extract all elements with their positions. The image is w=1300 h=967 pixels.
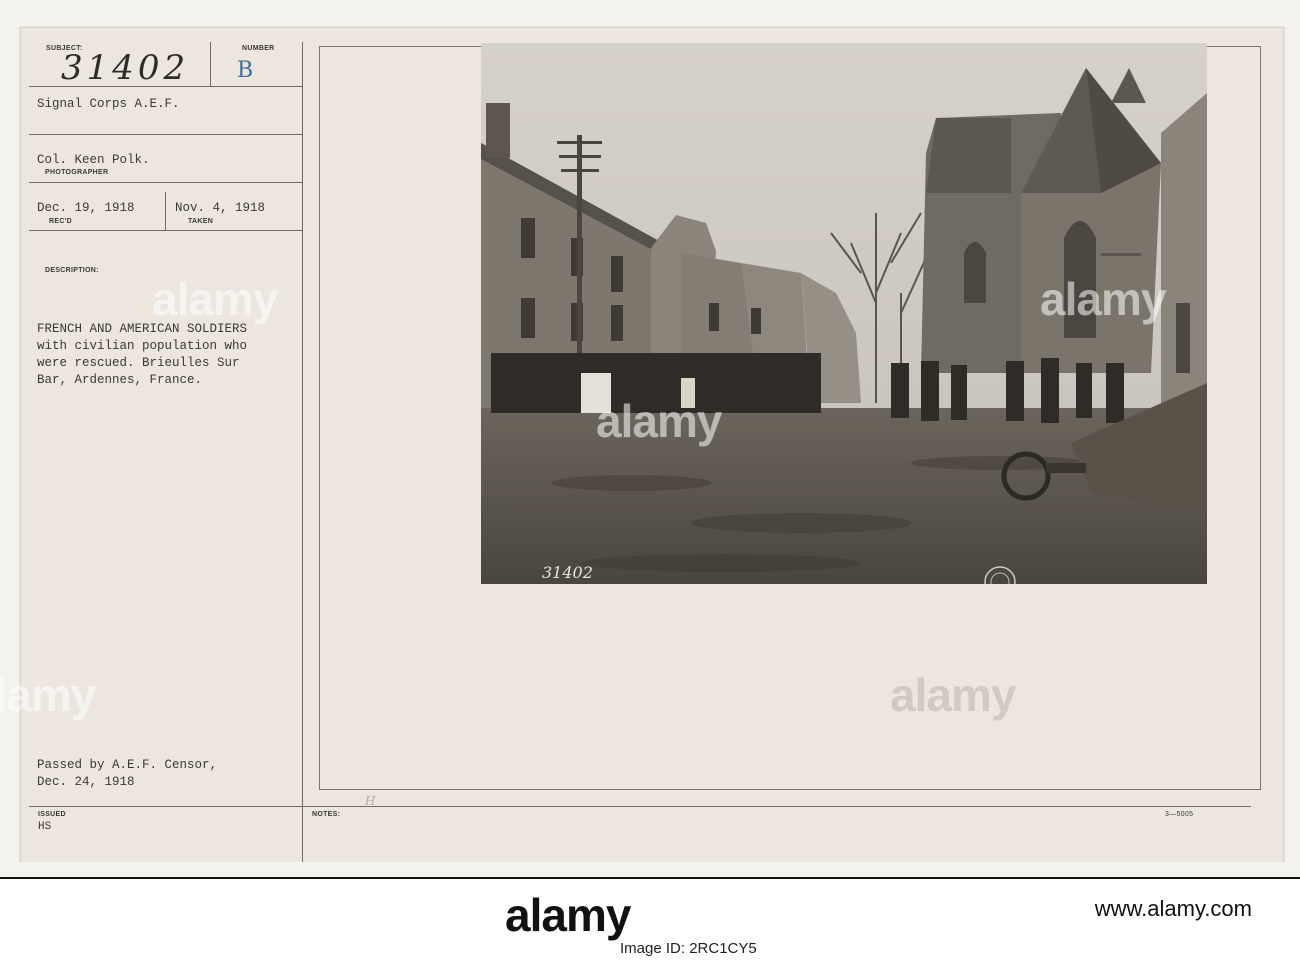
description-line-3: were rescued. Brieulles Sur bbox=[37, 356, 240, 370]
rule-dates bbox=[29, 230, 303, 231]
rule-bottom bbox=[29, 806, 1251, 807]
taken-label: TAKEN bbox=[188, 218, 214, 225]
rule-dates-divider bbox=[165, 192, 166, 230]
watermark-top-left: alamy bbox=[152, 273, 278, 325]
notes-label: NOTES: bbox=[312, 811, 341, 818]
unit-text: Signal Corps A.E.F. bbox=[37, 97, 180, 111]
footer-logo[interactable]: alamy bbox=[505, 888, 631, 942]
number-label: NUMBER bbox=[242, 45, 275, 52]
rule-photographer bbox=[29, 182, 303, 183]
rule-left-column bbox=[302, 42, 303, 862]
description-label: DESCRIPTION: bbox=[45, 267, 99, 274]
photo-caption-number: 31402 bbox=[542, 563, 593, 582]
photographer-label: PHOTOGRAPHER bbox=[45, 169, 109, 176]
photo-seal-stamp bbox=[980, 562, 1020, 584]
page-margin-band bbox=[0, 862, 1300, 877]
censor-line-2: Dec. 24, 1918 bbox=[37, 775, 135, 789]
recd-date: Dec. 19, 1918 bbox=[37, 201, 135, 215]
watermark-bottom-right: alamy bbox=[890, 669, 1016, 721]
description-line-4: Bar, Ardennes, France. bbox=[37, 373, 203, 387]
footer-image-id: Image ID: 2RC1CY5 bbox=[620, 940, 757, 957]
description-line-2: with civilian population who bbox=[37, 339, 248, 353]
issued-label: ISSUED bbox=[38, 811, 66, 818]
form-code: 3—5005 bbox=[1165, 811, 1194, 818]
number-mark: B bbox=[237, 58, 254, 83]
photographer-name: Col. Keen Polk. bbox=[37, 153, 150, 167]
watermark-top-right: alamy bbox=[1040, 273, 1166, 325]
watermark-left-edge: alamy bbox=[0, 669, 96, 721]
watermark-center: alamy bbox=[596, 395, 722, 447]
subject-number: 31402 bbox=[61, 48, 190, 88]
issued-value: HS bbox=[38, 821, 52, 833]
taken-date: Nov. 4, 1918 bbox=[175, 201, 266, 215]
censor-line-1: Passed by A.E.F. Censor, bbox=[37, 758, 218, 772]
rule-number-divider bbox=[210, 42, 211, 86]
footer-rule bbox=[0, 877, 1300, 879]
notes-handwriting: H bbox=[365, 794, 376, 808]
rule-unit bbox=[29, 134, 303, 135]
recd-label: REC'D bbox=[49, 218, 72, 225]
footer-site-url[interactable]: www.alamy.com bbox=[1095, 896, 1252, 922]
